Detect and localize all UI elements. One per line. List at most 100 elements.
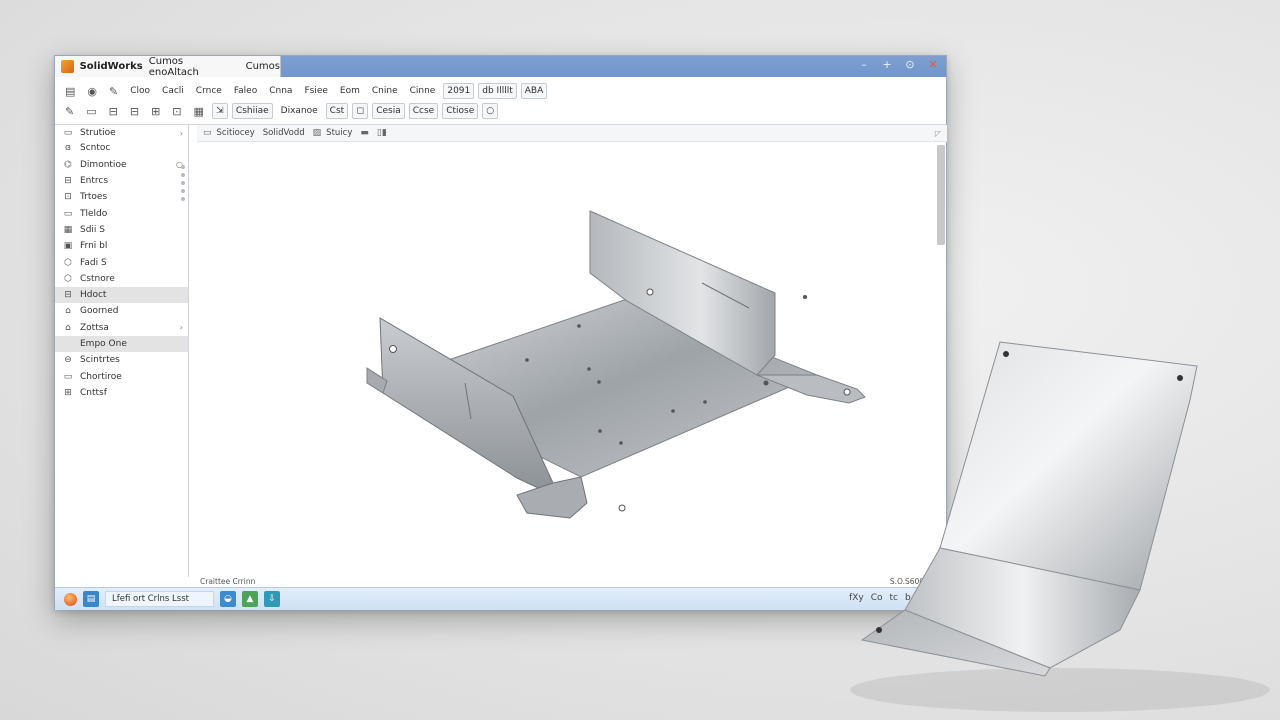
document-tab[interactable]: SolidWorks Cumos enoAltach Cumos <box>55 55 281 78</box>
toolbar2-button-14[interactable]: Ctiose <box>442 103 479 119</box>
sidebar-item-label: Scntoc <box>80 143 111 154</box>
image-viewer-icon[interactable]: ▲ <box>241 591 258 607</box>
sidebar-item-label: Fadi S <box>80 257 107 268</box>
sidebar-item[interactable]: ⊖ Scintrtes <box>55 352 188 368</box>
feature-icon: ▭ <box>63 128 73 139</box>
tray-item[interactable]: tc <box>890 593 898 603</box>
toolbar2-button-3[interactable]: ⊟ <box>126 103 143 119</box>
sidebar-item[interactable]: ⊡ Trtoes <box>55 189 188 205</box>
toolbar2-button-6[interactable]: ▦ <box>190 103 208 119</box>
graphics-viewport[interactable] <box>197 143 935 577</box>
sidebar-item-label: Goorned <box>80 306 119 317</box>
toolbar2-button-15[interactable]: ○ <box>482 103 499 119</box>
feature-tree-list: ▭ Strutioe › ɞ Scntoc ⌬ Dimontioe ○ ⊟ Entrcs ⊡ Trto… <box>55 125 188 401</box>
options-button[interactable]: ⊙ <box>903 58 917 71</box>
close-button[interactable]: ✕ <box>926 58 940 71</box>
viewport-scrollbar[interactable] <box>937 145 945 245</box>
document-title: Cumos enoAltach <box>148 55 199 78</box>
sidebar-item-label: Empo One <box>80 339 127 349</box>
toolbar1-button-8[interactable]: Fsiee <box>300 83 331 99</box>
toolbar1-button-11[interactable]: Cinne <box>406 83 440 99</box>
toolbar2-tool-icon: ⊟ <box>108 104 118 118</box>
feature-tree-sidebar: ▭ Strutioe › ɞ Scntoc ⌬ Dimontioe ○ ⊟ Entrcs ⊡ Trto… <box>55 125 189 577</box>
sidebar-item[interactable]: ⌂ Goorned <box>55 303 188 319</box>
toolbar1-button-6[interactable]: Faleo <box>230 83 261 99</box>
toolbar1-button-0[interactable]: ▤ <box>61 83 79 99</box>
feature-icon: ⊞ <box>64 387 72 398</box>
tray-item[interactable]: ♪ <box>932 593 938 603</box>
toolbar2-button-9[interactable]: Dixanoe <box>277 103 322 119</box>
tray-item[interactable]: ⊡ <box>918 593 926 603</box>
toolbar1-tool-icon: ✎ <box>109 84 119 98</box>
sidebar-item[interactable]: ⌂ Zottsa › <box>55 320 188 336</box>
sidebar-item[interactable]: ⬡ Fadi S <box>55 254 188 270</box>
toolbar1-button-3[interactable]: Cloo <box>126 83 154 99</box>
toolbar1-button-1[interactable]: ◉ <box>83 83 101 99</box>
sidebar-scroll-indicator[interactable] <box>181 165 185 201</box>
toolbar2-button-5[interactable]: ⊡ <box>168 103 185 119</box>
sidebar-item[interactable]: ⊟ Hdoct <box>55 286 188 304</box>
tray-item[interactable]: b <box>905 593 911 603</box>
toolbar2-button-2[interactable]: ⊟ <box>105 103 122 119</box>
toolbar2-button-12[interactable]: Cesia <box>372 103 405 119</box>
toolbar2-tool-icon: ▭ <box>86 104 97 118</box>
window-controls: – + ⊙ ✕ <box>857 58 940 71</box>
title-bar[interactable]: SolidWorks Cumos enoAltach Cumos – + ⊙ ✕ <box>55 55 946 78</box>
toolbar1-button-2[interactable]: ✎ <box>105 83 122 99</box>
toolbar1-button-9[interactable]: Eom <box>336 83 364 99</box>
sidebar-item[interactable]: ▦ Sdii S <box>55 222 188 238</box>
sidebar-item[interactable]: ⊟ Entrcs <box>55 173 188 189</box>
sidebar-item[interactable]: ▭ Chortiroe <box>55 368 188 384</box>
toolbar2-button-13[interactable]: Ccse <box>408 103 439 119</box>
view-tab-label: Scitiocey <box>216 128 255 138</box>
toolbar2-button-11[interactable]: ◻ <box>352 103 369 119</box>
feature-icon: ⊖ <box>64 355 72 366</box>
toolbar2-button-10[interactable]: Cst <box>325 103 349 119</box>
toolbar1-button-10[interactable]: Cnine <box>368 83 402 99</box>
pin-button[interactable]: + <box>880 58 894 71</box>
view-tab-icon: ▨ <box>312 128 322 138</box>
toolbar2-button-7[interactable]: ⇲ <box>211 103 228 119</box>
sidebar-item[interactable]: Empo One <box>55 335 188 353</box>
toolbar1-button-13[interactable]: db Illllt <box>478 83 517 99</box>
toolbar1-button-12[interactable]: 2091 <box>443 83 475 99</box>
sidebar-item[interactable]: ⌬ Dimontioe ○ <box>55 157 188 173</box>
task-button-label[interactable]: Lfefi ort Crlns Lsst <box>105 591 214 607</box>
expand-arrow-icon[interactable]: › <box>180 129 183 138</box>
view-tab[interactable]: ▭ Scitiocey <box>203 128 255 138</box>
toolbar2-tool-icon: ⊡ <box>172 104 182 118</box>
toolbar1-button-7[interactable]: Cnna <box>265 83 296 99</box>
minimize-button[interactable]: – <box>857 58 871 71</box>
download-icon[interactable]: ⇩ <box>263 591 280 607</box>
view-close-icon[interactable]: ◸ <box>935 129 941 138</box>
start-orb-icon[interactable] <box>64 592 77 606</box>
expand-arrow-icon[interactable]: › <box>180 323 183 332</box>
sidebar-item[interactable]: ▣ Frni bl <box>55 238 188 254</box>
sidebar-item[interactable]: ⊞ Cnttsf <box>55 385 188 401</box>
secondary-toolbar: ✎ ▭ ⊟ ⊟ ⊞ ⊡ ▦ ⇲ Cshiiae Dixanoe Cst ◻ Cesia Ccse Ctios… <box>55 101 946 121</box>
toolbar2-button-1[interactable]: ▭ <box>82 103 100 119</box>
sidebar-item[interactable]: ▭ Strutioe › <box>55 125 188 141</box>
toolbar1-button-4[interactable]: Cacli <box>158 83 188 99</box>
view-tab[interactable]: ▨ Stuicy <box>313 128 353 138</box>
toolbar2-button-0[interactable]: ✎ <box>61 103 78 119</box>
task-app-icon[interactable]: ▤ <box>83 591 99 607</box>
toolbar1-tool-icon: ▤ <box>65 84 76 98</box>
feature-icon: ɞ <box>65 143 71 154</box>
view-tab-label: SolidVodd <box>262 128 305 138</box>
view-tab[interactable]: ▬ <box>360 128 369 138</box>
sidebar-item[interactable]: ▭ Tleldo <box>55 205 188 221</box>
tray-item[interactable]: fXy <box>849 593 864 603</box>
view-tab[interactable]: SolidVodd <box>263 128 305 138</box>
sidebar-item[interactable]: ɞ Scntoc <box>55 140 188 156</box>
feature-icon: ⊟ <box>64 176 72 187</box>
toolbar2-button-4[interactable]: ⊞ <box>147 103 164 119</box>
sidebar-item[interactable]: ⬡ Cstnore <box>55 271 188 287</box>
toolbar2-button-8[interactable]: Cshiiae <box>231 103 273 119</box>
tray-item[interactable]: Co <box>871 593 883 603</box>
toolbar1-button-14[interactable]: ABA <box>520 83 548 99</box>
feature-icon: ⌬ <box>64 159 72 170</box>
browser-icon[interactable]: ◒ <box>219 591 236 607</box>
view-tab[interactable]: ▯▮ <box>377 128 387 138</box>
toolbar1-button-5[interactable]: Crnce <box>192 83 226 99</box>
